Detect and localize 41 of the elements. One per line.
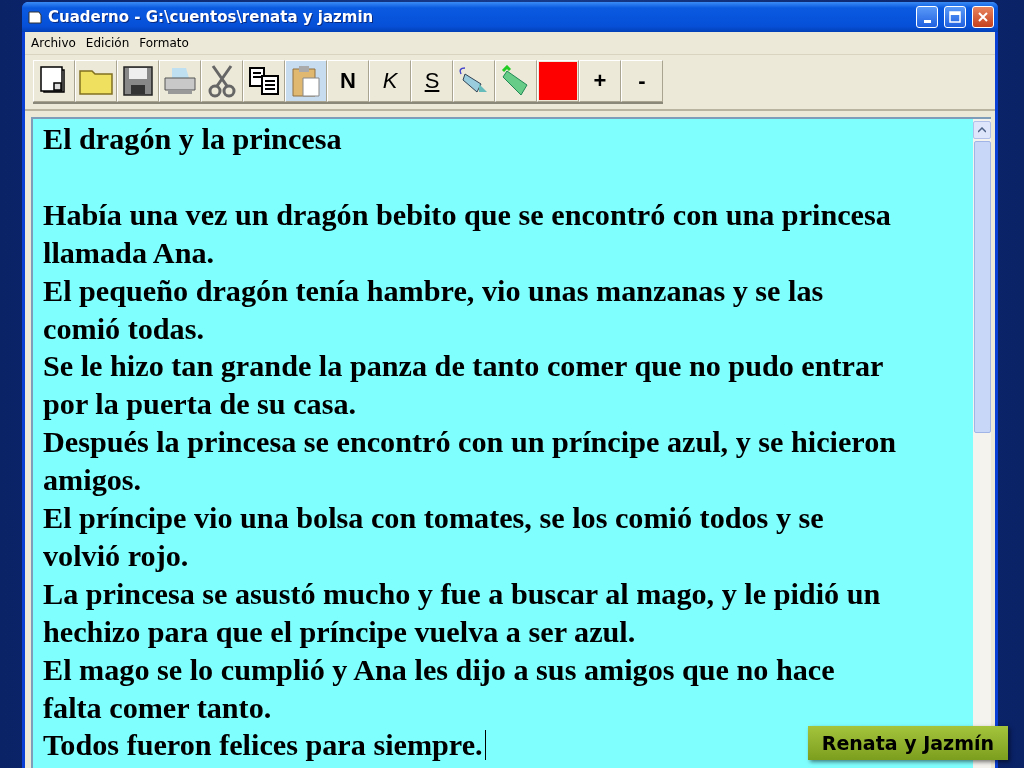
text-line: El mago se lo cumplió y Ana les dijo a sus amigos que no hace: [43, 651, 836, 689]
bold-button[interactable]: N: [327, 60, 369, 102]
text-line: hechizo para que el príncipe vuelva a ser azul.: [43, 613, 637, 651]
toolbar-button[interactable]: [33, 60, 75, 102]
scissors-icon: [207, 64, 237, 98]
text-line: Se le hizo tan grande la panza de tanto comer que no pudo entrar: [43, 348, 885, 386]
story-title: El dragón y la princesa: [43, 121, 343, 158]
toolbar-button[interactable]: [243, 60, 285, 102]
maximize-button[interactable]: [944, 6, 966, 28]
menu-item[interactable]: Edición: [85, 36, 130, 50]
underline-button[interactable]: S: [411, 60, 453, 102]
minimize-icon: [923, 19, 931, 23]
text-line: El pequeño dragón tenía hambre, vio unas manzanas y se las: [43, 272, 825, 310]
text-line: El príncipe vio una bolsa con tomates, se los comió todos y se: [43, 500, 825, 538]
toolbar-button[interactable]: [117, 60, 159, 102]
caption-label: Renata y Jazmín: [807, 726, 1008, 760]
italic-button[interactable]: K: [369, 60, 411, 102]
size-button[interactable]: -: [621, 60, 663, 102]
printer-icon: [163, 66, 197, 96]
close-button[interactable]: [972, 6, 994, 28]
close-icon: [977, 11, 989, 23]
text-line: llamada Ana.: [43, 234, 216, 272]
menu-item[interactable]: Formato: [139, 36, 189, 50]
text-line: La princesa se asustó mucho y fue a buscar al mago, y le pidió un: [43, 575, 882, 613]
text-line: volvió rojo.: [43, 537, 190, 575]
text-line: Había una vez un dragón bebito que se encontró con una princesa: [43, 196, 892, 234]
clipboard-icon: [291, 64, 321, 98]
text-line: por la puerta de su casa.: [43, 386, 358, 424]
notebook-icon: [28, 10, 42, 24]
menu-item[interactable]: Archivo: [31, 36, 76, 50]
maximize-icon: [949, 11, 961, 23]
size-button[interactable]: +: [579, 60, 621, 102]
scroll-up-icon[interactable]: [978, 127, 986, 133]
text-line: Después la princesa se encontró con un príncipe azul, y se hicieron: [43, 424, 898, 462]
folder-icon: [79, 67, 113, 95]
copy-documents-icon: [248, 66, 280, 96]
minimize-button[interactable]: [916, 6, 938, 28]
text-line: amigos.: [43, 462, 143, 500]
text-line: comió todas.: [43, 310, 205, 348]
window-title: Cuaderno - G:\cuentos\renata y jazmin: [48, 8, 375, 26]
text-line: falta comer tanto.: [43, 689, 273, 727]
